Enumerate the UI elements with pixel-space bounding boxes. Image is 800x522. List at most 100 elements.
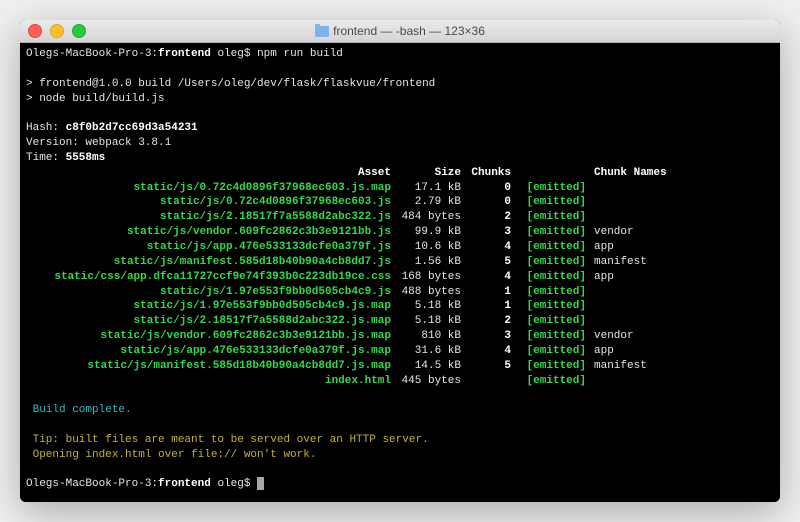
asset-name: static/css/app.dfca11727ccf9e74f393b0c22… xyxy=(26,270,391,285)
asset-name: static/js/app.476e533133dcfe0a379f.js.ma… xyxy=(26,344,391,359)
asset-name: index.html xyxy=(26,374,391,389)
asset-name: static/js/0.72c4d0896f37968ec603.js.map xyxy=(26,181,391,196)
asset-chunk-name xyxy=(590,195,774,210)
asset-chunks: 4 xyxy=(461,344,511,359)
table-row: static/js/manifest.585d18b40b90a4cb8dd7.… xyxy=(26,255,774,270)
asset-emitted: [emitted] xyxy=(511,329,590,344)
asset-chunks: 3 xyxy=(461,225,511,240)
table-row: static/css/app.dfca11727ccf9e74f393b0c22… xyxy=(26,270,774,285)
asset-chunk-name xyxy=(590,374,774,389)
cursor-icon xyxy=(257,477,264,490)
asset-chunks: 0 xyxy=(461,195,511,210)
table-row: static/js/app.476e533133dcfe0a379f.js.ma… xyxy=(26,344,774,359)
asset-size: 10.6 kB xyxy=(391,240,461,255)
asset-size: 810 kB xyxy=(391,329,461,344)
asset-emitted: [emitted] xyxy=(511,195,590,210)
asset-size: 5.18 kB xyxy=(391,299,461,314)
asset-size: 488 bytes xyxy=(391,285,461,300)
hash-line: Hash: c8f0b2d7cc69d3a54231 xyxy=(26,121,774,136)
zoom-icon[interactable] xyxy=(72,24,86,38)
asset-size: 1.56 kB xyxy=(391,255,461,270)
asset-emitted: [emitted] xyxy=(511,255,590,270)
asset-chunks: 5 xyxy=(461,359,511,374)
asset-chunks: 2 xyxy=(461,210,511,225)
asset-name: static/js/vendor.609fc2862c3b3e9121bb.js… xyxy=(26,329,391,344)
asset-name: static/js/1.97e553f9bb0d505cb4c9.js xyxy=(26,285,391,300)
asset-emitted: [emitted] xyxy=(511,181,590,196)
asset-size: 99.9 kB xyxy=(391,225,461,240)
window-title: frontend — -bash — 123×36 xyxy=(20,24,780,38)
asset-size: 17.1 kB xyxy=(391,181,461,196)
prompt-line: Olegs-MacBook-Pro-3:frontend oleg$ npm r… xyxy=(26,47,774,62)
asset-name: static/js/2.18517f7a5588d2abc322.js xyxy=(26,210,391,225)
asset-chunk-name xyxy=(590,299,774,314)
asset-chunk-name xyxy=(590,285,774,300)
asset-chunks: 4 xyxy=(461,240,511,255)
asset-emitted: [emitted] xyxy=(511,299,590,314)
asset-name: static/js/2.18517f7a5588d2abc322.js.map xyxy=(26,314,391,329)
asset-emitted: [emitted] xyxy=(511,344,590,359)
window-title-text: frontend — -bash — 123×36 xyxy=(333,24,485,38)
asset-chunks: 0 xyxy=(461,181,511,196)
minimize-icon[interactable] xyxy=(50,24,64,38)
traffic-lights xyxy=(20,24,86,38)
asset-emitted: [emitted] xyxy=(511,225,590,240)
table-row: static/js/manifest.585d18b40b90a4cb8dd7.… xyxy=(26,359,774,374)
tip-line: Tip: built files are meant to be served … xyxy=(26,433,774,448)
asset-size: 5.18 kB xyxy=(391,314,461,329)
table-row: static/js/app.476e533133dcfe0a379f.js10.… xyxy=(26,240,774,255)
asset-size: 2.79 kB xyxy=(391,195,461,210)
asset-chunk-name: manifest xyxy=(590,359,774,374)
table-row: static/js/1.97e553f9bb0d505cb4c9.js488 b… xyxy=(26,285,774,300)
asset-chunk-name xyxy=(590,210,774,225)
asset-chunks: 3 xyxy=(461,329,511,344)
table-row: static/js/2.18517f7a5588d2abc322.js484 b… xyxy=(26,210,774,225)
asset-size: 484 bytes xyxy=(391,210,461,225)
asset-table-body: static/js/0.72c4d0896f37968ec603.js.map1… xyxy=(26,181,774,389)
time-line: Time: 5558ms xyxy=(26,151,774,166)
table-header: Asset Size Chunks Chunk Names xyxy=(26,166,774,181)
asset-chunk-name: app xyxy=(590,240,774,255)
asset-chunk-name: vendor xyxy=(590,329,774,344)
asset-name: static/js/manifest.585d18b40b90a4cb8dd7.… xyxy=(26,359,391,374)
asset-size: 445 bytes xyxy=(391,374,461,389)
table-row: static/js/0.72c4d0896f37968ec603.js2.79 … xyxy=(26,195,774,210)
asset-chunks xyxy=(461,374,511,389)
asset-chunk-name xyxy=(590,314,774,329)
script-line: > node build/build.js xyxy=(26,92,774,107)
titlebar[interactable]: frontend — -bash — 123×36 xyxy=(20,20,780,43)
asset-emitted: [emitted] xyxy=(511,314,590,329)
asset-chunk-name: vendor xyxy=(590,225,774,240)
script-line: > frontend@1.0.0 build /Users/oleg/dev/f… xyxy=(26,77,774,92)
asset-chunks: 2 xyxy=(461,314,511,329)
asset-chunk-name: app xyxy=(590,344,774,359)
build-complete-msg: Build complete. xyxy=(26,403,774,418)
asset-name: static/js/app.476e533133dcfe0a379f.js xyxy=(26,240,391,255)
version-line: Version: webpack 3.8.1 xyxy=(26,136,774,151)
asset-chunks: 1 xyxy=(461,299,511,314)
asset-emitted: [emitted] xyxy=(511,374,590,389)
asset-emitted: [emitted] xyxy=(511,270,590,285)
table-row: static/js/1.97e553f9bb0d505cb4c9.js.map5… xyxy=(26,299,774,314)
asset-size: 14.5 kB xyxy=(391,359,461,374)
asset-emitted: [emitted] xyxy=(511,285,590,300)
asset-emitted: [emitted] xyxy=(511,240,590,255)
terminal-body[interactable]: Olegs-MacBook-Pro-3:frontend oleg$ npm r… xyxy=(20,43,780,502)
prompt-line-idle: Olegs-MacBook-Pro-3:frontend oleg$ xyxy=(26,477,774,492)
asset-chunk-name xyxy=(590,181,774,196)
asset-name: static/js/manifest.585d18b40b90a4cb8dd7.… xyxy=(26,255,391,270)
asset-chunk-name: manifest xyxy=(590,255,774,270)
tip-line: Opening index.html over file:// won't wo… xyxy=(26,448,774,463)
asset-size: 31.6 kB xyxy=(391,344,461,359)
table-row: static/js/vendor.609fc2862c3b3e9121bb.js… xyxy=(26,329,774,344)
asset-emitted: [emitted] xyxy=(511,210,590,225)
asset-chunks: 4 xyxy=(461,270,511,285)
asset-chunks: 1 xyxy=(461,285,511,300)
table-row: static/js/0.72c4d0896f37968ec603.js.map1… xyxy=(26,181,774,196)
asset-chunks: 5 xyxy=(461,255,511,270)
asset-emitted: [emitted] xyxy=(511,359,590,374)
table-row: static/js/vendor.609fc2862c3b3e9121bb.js… xyxy=(26,225,774,240)
asset-name: static/js/1.97e553f9bb0d505cb4c9.js.map xyxy=(26,299,391,314)
close-icon[interactable] xyxy=(28,24,42,38)
asset-name: static/js/vendor.609fc2862c3b3e9121bb.js xyxy=(26,225,391,240)
